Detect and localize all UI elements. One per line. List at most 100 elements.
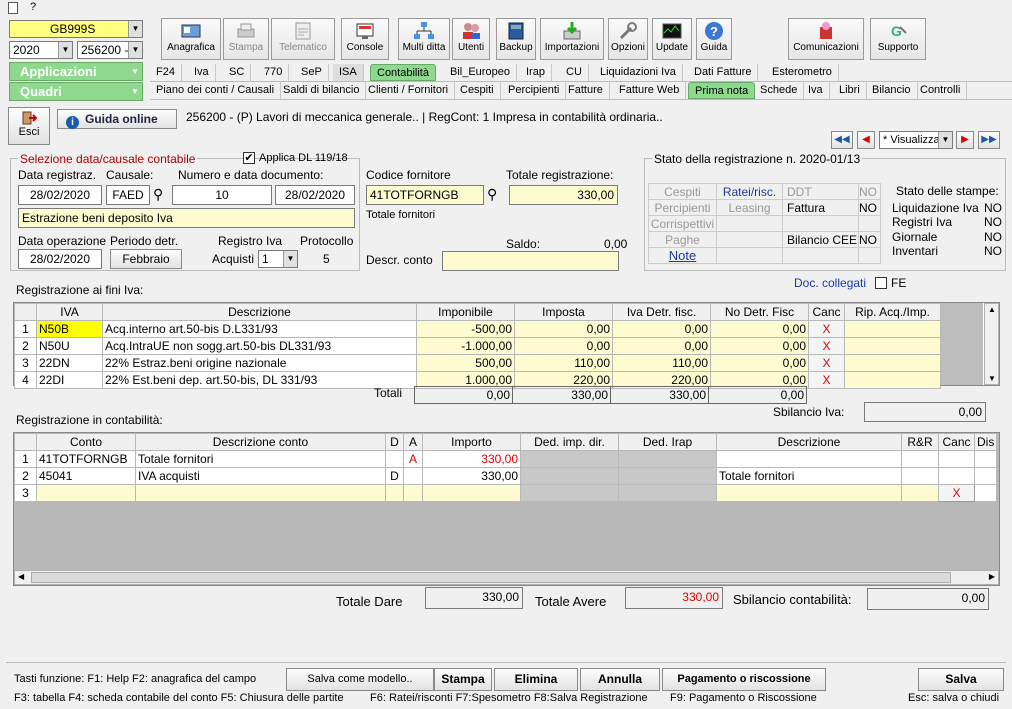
canc-button[interactable]: X <box>808 337 845 355</box>
nav-prev-button[interactable]: ◀ <box>857 131 875 149</box>
stampe-inventari-value: NO <box>984 244 1002 258</box>
toolbar-comunicazioni-button[interactable]: Comunicazioni <box>788 18 864 60</box>
tab-bil-europeo[interactable]: Bil_Europeo <box>444 64 517 81</box>
tab-fatture-web[interactable]: Fatture Web <box>613 82 687 99</box>
tab-bilancio[interactable]: Bilancio <box>866 82 918 99</box>
toolbar-console-button[interactable]: Console <box>341 18 389 60</box>
prev-icon: ◀ <box>862 134 870 145</box>
totale-registrazione-field[interactable]: 330,00 <box>509 185 618 205</box>
iva-code-cell[interactable]: N50B <box>36 320 103 338</box>
canc-button[interactable]: X <box>808 354 845 372</box>
table-row[interactable]: 2 45041 IVA acquisti D 330,00 Totale for… <box>14 467 998 485</box>
cont-hscrollbar[interactable]: ◀ ▶ <box>14 570 999 585</box>
tab-cespiti[interactable]: Cespiti <box>454 82 501 99</box>
tab-schede[interactable]: Schede <box>754 82 805 99</box>
check-icon: ✔ <box>244 152 254 164</box>
elimina-button[interactable]: Elimina <box>494 668 578 691</box>
nav-last-button[interactable]: ▶▶ <box>978 131 1000 149</box>
tab-esterometro[interactable]: Esterometro <box>766 64 839 81</box>
canc-button[interactable]: X <box>808 320 845 338</box>
iva-scrollbar[interactable]: ▲ ▼ <box>984 303 999 385</box>
canc-button[interactable]: X <box>938 484 975 502</box>
tab-sep[interactable]: SeP <box>295 64 329 81</box>
table-row[interactable]: 1 41TOTFORNGB Totale fornitori A 330,00 <box>14 450 998 468</box>
table-row[interactable]: 3 22DN 22% Estraz.beni origine nazionale… <box>14 354 941 372</box>
toolbar-stampa-button[interactable]: Stampa <box>223 18 269 60</box>
fe-checkbox[interactable] <box>875 277 887 289</box>
toolbar-multiditta-button[interactable]: Multi ditta <box>398 18 450 60</box>
registro-select[interactable]: 1 ▼ <box>258 250 298 268</box>
toolbar-anagrafica-button[interactable]: Anagrafica <box>161 18 221 60</box>
stato-note-link[interactable]: Note <box>648 247 717 264</box>
table-row[interactable]: 3 X <box>14 484 998 502</box>
toolbar-update-button[interactable]: Update <box>652 18 692 60</box>
table-row[interactable]: 2 N50U Acq.IntraUE non sogg.art.50-bis D… <box>14 337 941 355</box>
tab-iva-libro[interactable]: Iva <box>802 82 830 99</box>
toolbar-telematico-button[interactable]: Telematico <box>271 18 335 60</box>
tab-libri[interactable]: Libri <box>833 82 867 99</box>
codice-fornitore-field[interactable]: 41TOTFORNGB <box>366 185 484 205</box>
salva-modello-button[interactable]: Salva come modello.. <box>286 668 434 691</box>
quadri-select[interactable]: Quadri ▼ <box>9 82 143 101</box>
tab-liquidazioni-iva[interactable]: Liquidazioni Iva <box>594 64 683 81</box>
nav-next-button[interactable]: ▶ <box>956 131 974 149</box>
stato-cespiti: Cespiti <box>648 183 717 200</box>
toolbar-supporto-button[interactable]: G Supporto <box>870 18 926 60</box>
esci-button[interactable]: Esci <box>8 107 50 145</box>
tab-cu[interactable]: CU <box>560 64 589 81</box>
table-row[interactable]: 1 N50B Acq.interno art.50-bis D.L331/93 … <box>14 320 941 338</box>
tab-isa[interactable]: ISA <box>333 64 364 81</box>
applicazioni-select[interactable]: Applicazioni ▼ <box>9 62 143 81</box>
tab-sc[interactable]: SC <box>223 64 252 81</box>
stato-fattura-value: NO <box>858 199 881 216</box>
salva-button[interactable]: Salva <box>918 668 1004 691</box>
toolbar-utenti-button[interactable]: Utenti <box>452 18 490 60</box>
ditta-select[interactable]: 256200 - ▼ <box>77 41 143 59</box>
tab-saldi-bilancio[interactable]: Saldi di bilancio <box>277 82 367 99</box>
data-reg-field[interactable]: 28/02/2020 <box>18 185 102 205</box>
stato-ratei[interactable]: Ratei/risc. <box>716 183 783 200</box>
nav-mode-select[interactable]: * Visualizza ▼ <box>879 131 953 149</box>
toolbar-guida-button[interactable]: ? Guida <box>696 18 732 60</box>
toolbar-importazioni-button[interactable]: Importazioni <box>540 18 604 60</box>
search-icon[interactable]: ⚲ <box>487 186 497 203</box>
scroll-thumb[interactable] <box>31 572 951 583</box>
tab-iva[interactable]: Iva <box>188 64 216 81</box>
data-reg-label: Data registraz. <box>18 168 97 182</box>
company-select[interactable]: GB999S ▼ <box>9 20 143 38</box>
causale-field[interactable]: FAED <box>106 185 150 205</box>
canc-button[interactable]: X <box>808 371 845 389</box>
tab-clienti-fornitori[interactable]: Clienti / Fornitori <box>362 82 456 99</box>
tab-dati-fatture[interactable]: Dati Fatture <box>688 64 759 81</box>
chevron-down-icon: ▼ <box>128 42 142 58</box>
tab-piano-conti[interactable]: Piano dei conti / Causali <box>150 82 282 99</box>
comunicazioni-icon <box>820 22 832 39</box>
descr-conto-field[interactable] <box>442 251 619 271</box>
pagamento-button[interactable]: Pagamento o riscossione <box>662 668 826 691</box>
doc-collegati-link[interactable]: Doc. collegati <box>794 276 866 290</box>
periodo-button[interactable]: Febbraio <box>110 249 182 269</box>
tab-770[interactable]: 770 <box>258 64 290 81</box>
data-doc-field[interactable]: 28/02/2020 <box>275 185 355 205</box>
annulla-button[interactable]: Annulla <box>580 668 660 691</box>
descrizione-field[interactable]: Estrazione beni deposito Iva <box>18 208 355 228</box>
data-op-field[interactable]: 28/02/2020 <box>18 249 102 269</box>
search-icon[interactable]: ⚲ <box>153 186 163 203</box>
stampa-button[interactable]: Stampa <box>434 668 492 691</box>
tab-controlli[interactable]: Controlli <box>914 82 968 99</box>
tab-percipienti[interactable]: Percipienti <box>502 82 567 99</box>
tab-prima-nota[interactable]: Prima nota <box>688 82 756 99</box>
year-select[interactable]: 2020 ▼ <box>9 41 73 59</box>
chevron-down-icon: ▼ <box>283 251 297 267</box>
tab-f24[interactable]: F24 <box>150 64 182 81</box>
toolbar-opzioni-button[interactable]: Opzioni <box>608 18 648 60</box>
cont-col-descrizione: Descrizione conto <box>135 433 386 451</box>
applica-checkbox[interactable]: ✔ <box>243 152 255 164</box>
tab-irap[interactable]: Irap <box>520 64 552 81</box>
toolbar-backup-button[interactable]: Backup <box>496 18 536 60</box>
tab-fatture[interactable]: Fatture <box>562 82 610 99</box>
nav-first-button[interactable]: ◀◀ <box>831 131 853 149</box>
numero-doc-field[interactable]: 10 <box>172 185 272 205</box>
guida-online-button[interactable]: i Guida online <box>57 109 177 129</box>
tab-contabilita[interactable]: Contabilità <box>370 64 436 81</box>
